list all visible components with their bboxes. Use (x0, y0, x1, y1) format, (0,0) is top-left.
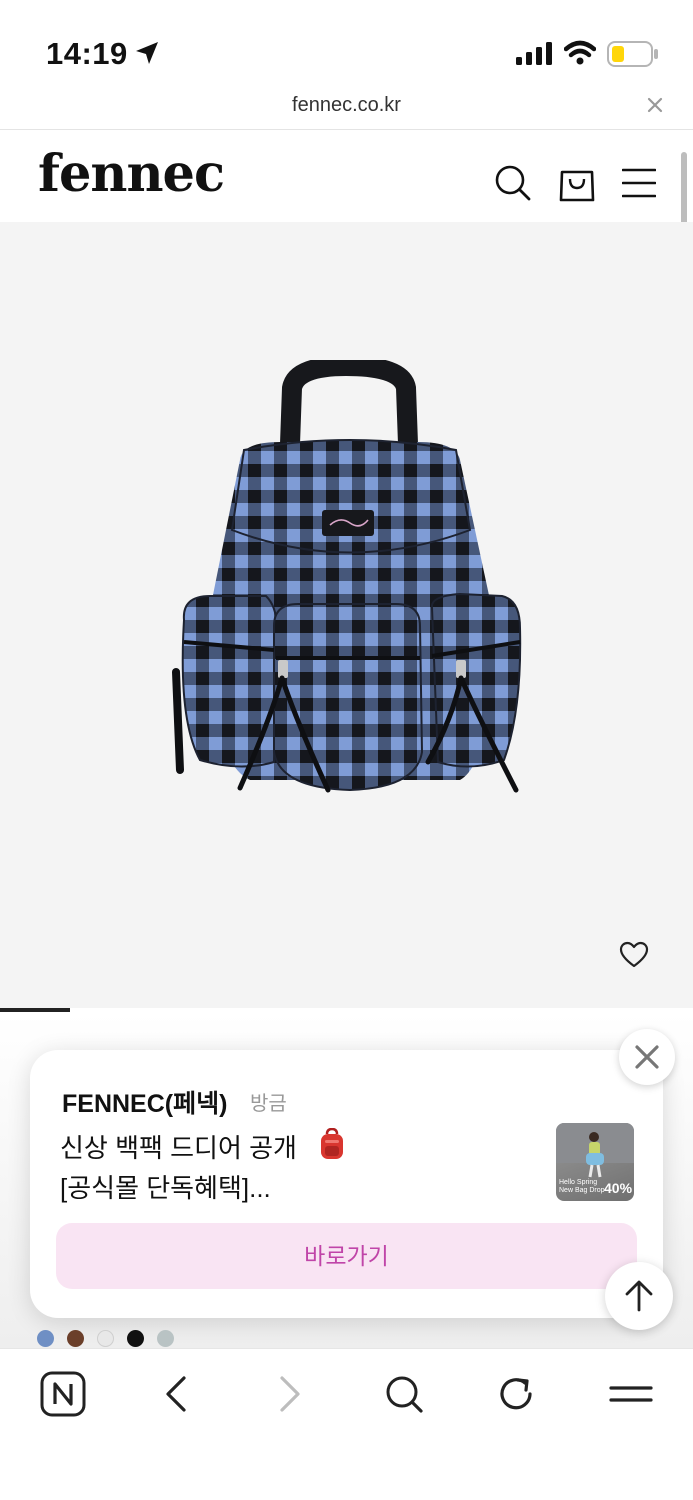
naver-home-icon[interactable] (40, 1371, 86, 1417)
color-swatch-blue[interactable] (37, 1330, 54, 1347)
color-swatch-black[interactable] (127, 1330, 144, 1347)
menu-icon[interactable] (622, 167, 656, 199)
close-icon[interactable] (619, 1029, 675, 1085)
status-time: 14:19 (46, 36, 128, 71)
thumbnail-caption: Hello Spring New Bag Drop (559, 1179, 605, 1195)
cellular-signal-icon (516, 42, 552, 65)
notification-sender: FENNEC(페넥) (62, 1090, 228, 1118)
forward-icon (280, 1376, 300, 1412)
location-arrow-icon (136, 42, 158, 64)
thumbnail-caption-line1: Hello Spring (559, 1179, 598, 1186)
address-bar[interactable]: fennec.co.kr (0, 90, 693, 130)
search-icon[interactable] (494, 164, 532, 202)
go-now-button[interactable]: 바로가기 (56, 1223, 637, 1289)
notification-message-line2: [공식몰 단독혜택]... (60, 1173, 271, 1203)
refresh-icon[interactable] (496, 1371, 538, 1417)
notification-message-line1: 신상 백팩 드디어 공개 (60, 1133, 297, 1163)
product-image-backpack[interactable] (170, 360, 530, 800)
backpack-emoji-icon (321, 1128, 343, 1159)
product-image-area[interactable] (0, 222, 693, 1008)
site-header: fennec (0, 130, 693, 222)
notification-thumbnail: Hello Spring New Bag Drop 40% (556, 1123, 634, 1201)
site-logo[interactable]: fennec (38, 144, 225, 204)
thumbnail-caption-line2: New Bag Drop (559, 1187, 605, 1194)
shopping-bag-icon[interactable] (558, 163, 596, 203)
battery-icon (607, 41, 658, 67)
heart-icon[interactable] (619, 941, 649, 969)
color-swatch-white[interactable] (97, 1330, 114, 1347)
url-text[interactable]: fennec.co.kr (0, 94, 693, 117)
browser-bottom-toolbar (0, 1348, 693, 1500)
close-icon[interactable] (646, 96, 664, 114)
wifi-icon (564, 40, 596, 65)
status-bar: 14:19 (0, 0, 693, 90)
back-icon[interactable] (160, 1371, 192, 1417)
arrow-up-icon[interactable] (605, 1262, 673, 1330)
menu-icon[interactable] (608, 1371, 654, 1417)
scroll-to-top-button[interactable] (605, 1262, 673, 1330)
color-swatch-brown[interactable] (67, 1330, 84, 1347)
push-notification-card[interactable]: FENNEC(페넥) 방금 신상 백팩 드디어 공개 [공식몰 단독혜택]...… (30, 1050, 663, 1318)
notification-close-button[interactable] (619, 1029, 675, 1085)
thumbnail-discount: 40% (604, 1180, 633, 1196)
color-swatch-gray[interactable] (157, 1330, 174, 1347)
search-icon[interactable] (383, 1371, 425, 1417)
notification-time: 방금 (250, 1093, 287, 1115)
